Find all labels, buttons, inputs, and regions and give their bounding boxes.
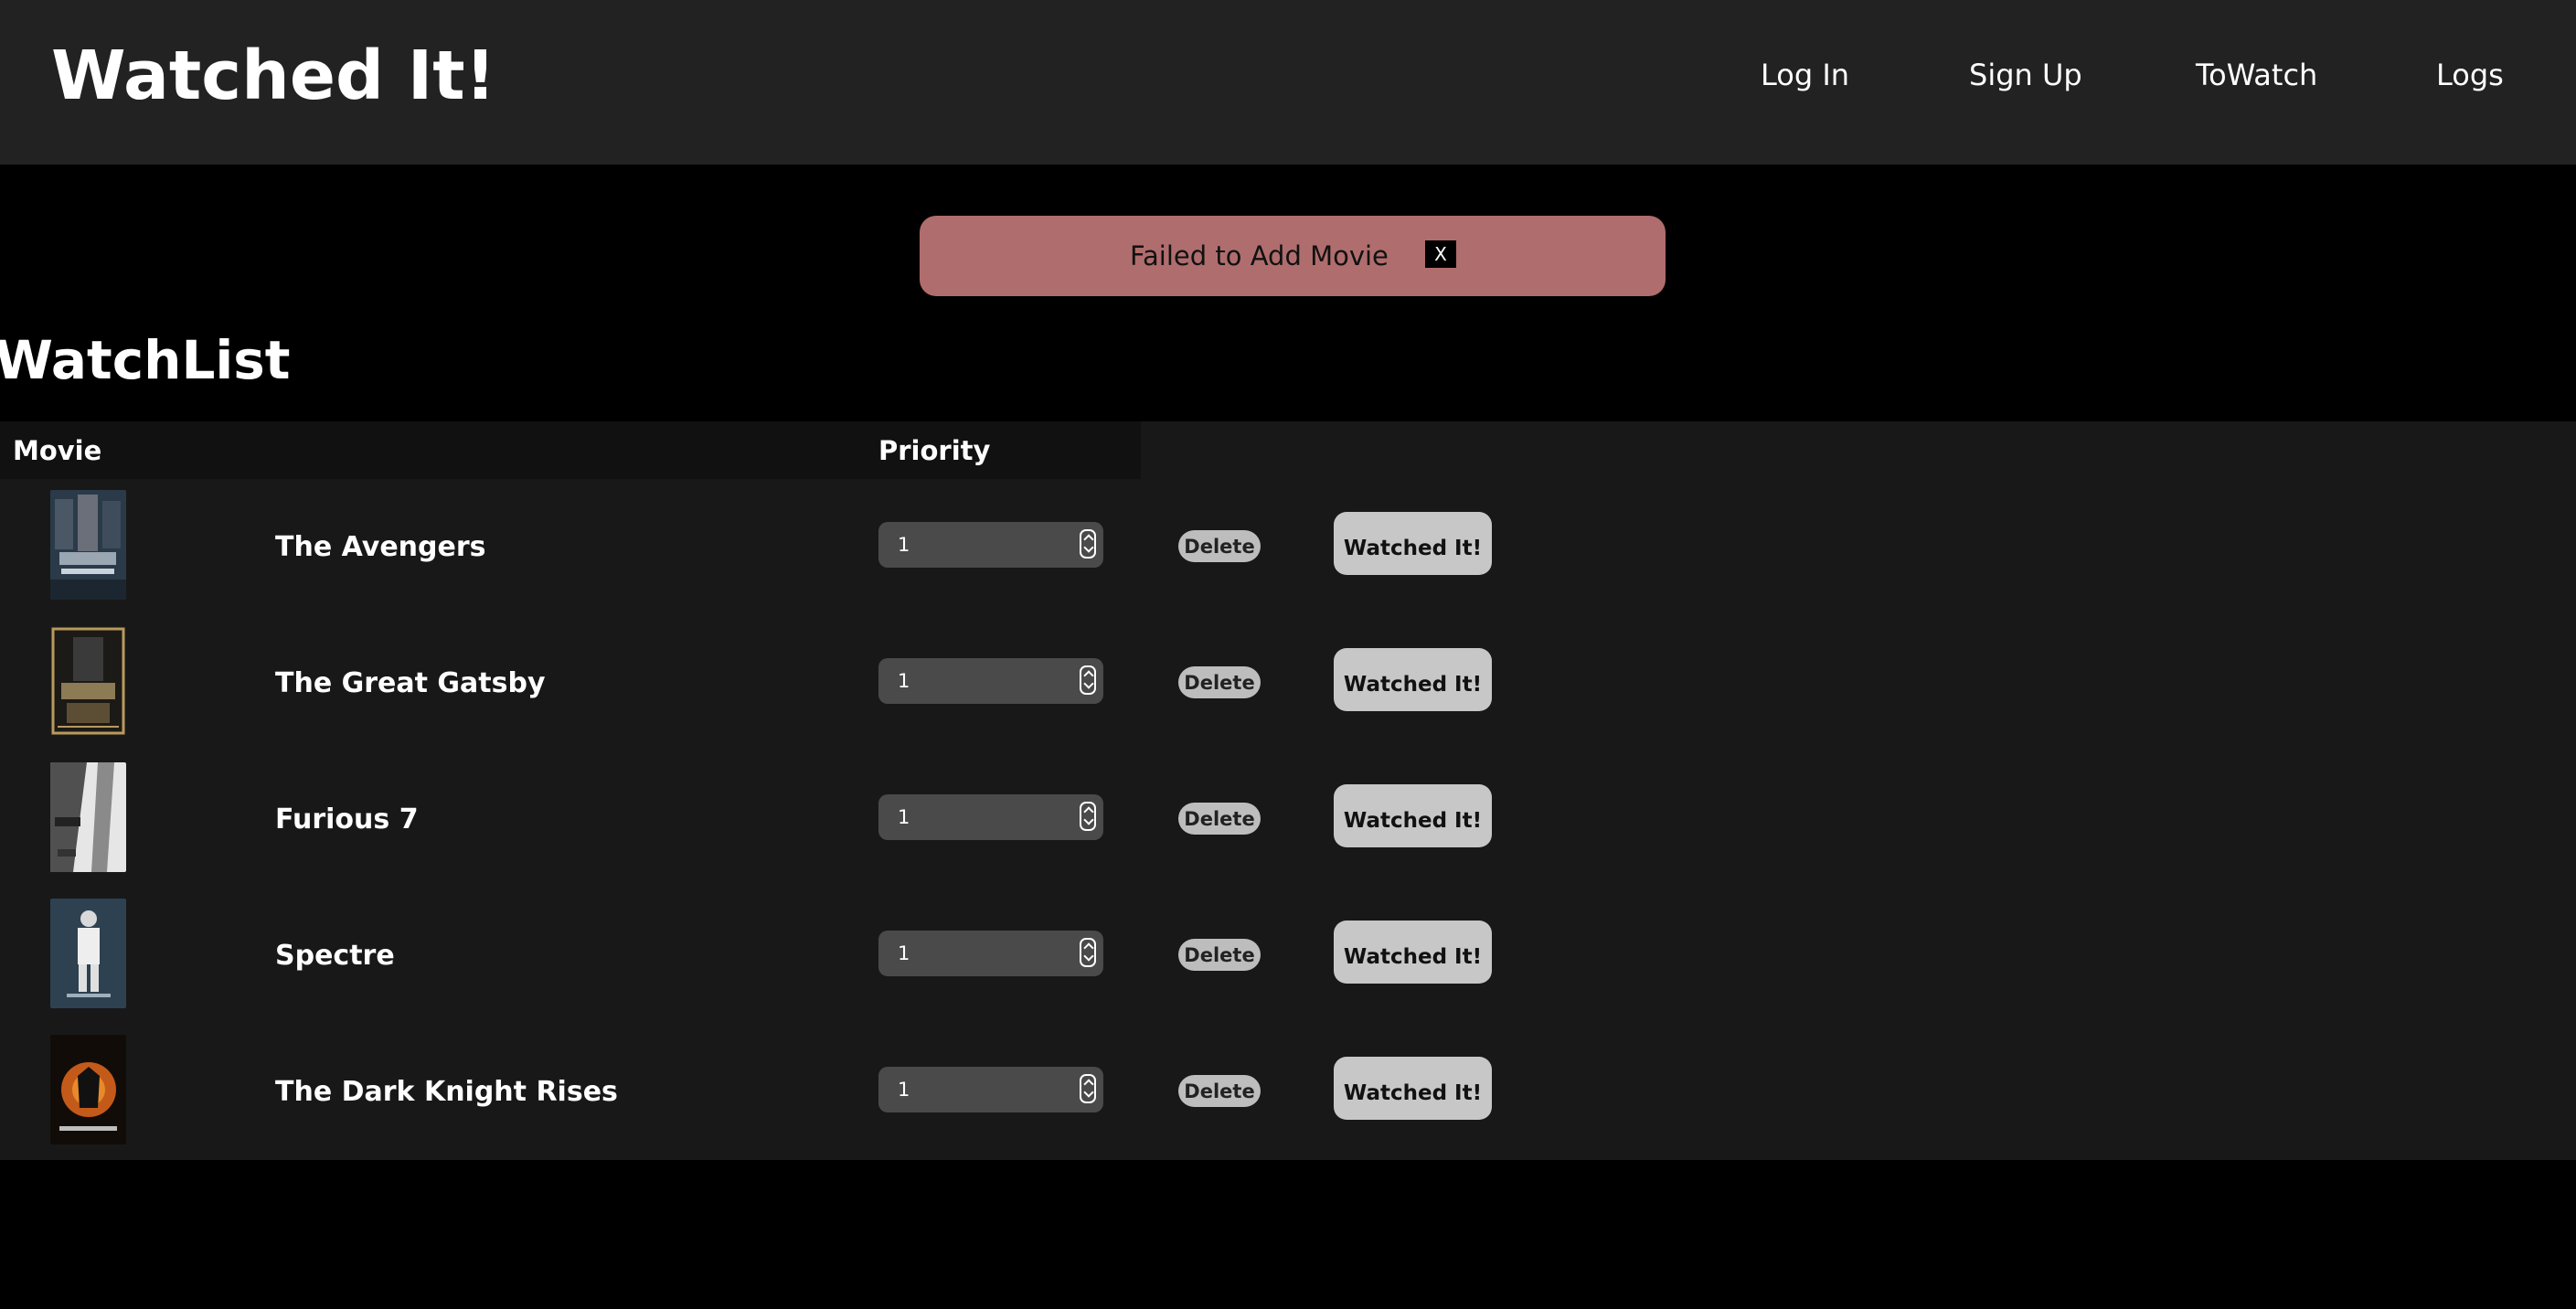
movie-poster <box>50 1035 126 1144</box>
priority-input[interactable]: 1 <box>878 522 1103 568</box>
priority-input[interactable]: 1 <box>878 794 1103 840</box>
column-header-movie: Movie <box>13 435 102 466</box>
priority-value: 1 <box>898 806 910 828</box>
movie-poster <box>50 626 126 736</box>
page-title: WatchList <box>0 329 291 391</box>
table-header: Movie Priority <box>0 421 1141 479</box>
nav-signup-link[interactable]: Sign Up <box>1969 55 2082 95</box>
movie-poster <box>50 490 126 600</box>
delete-button[interactable]: Delete <box>1178 1075 1261 1107</box>
movie-title: Spectre <box>275 940 395 972</box>
movie-title: The Avengers <box>275 531 486 563</box>
stepper-icon[interactable] <box>1080 802 1096 831</box>
table-row: Spectre 1 Delete Watched It! <box>0 888 2576 1024</box>
watchlist-table: Movie Priority The Avengers 1 Delete Wat… <box>0 421 2576 1160</box>
movie-title: Furious 7 <box>275 803 419 835</box>
delete-button[interactable]: Delete <box>1178 666 1261 698</box>
stepper-icon[interactable] <box>1080 1074 1096 1103</box>
table-row: The Avengers 1 Delete Watched It! <box>0 479 2576 615</box>
delete-button[interactable]: Delete <box>1178 530 1261 562</box>
stepper-icon[interactable] <box>1080 665 1096 695</box>
alert-close-button[interactable]: X <box>1425 240 1456 268</box>
movie-poster <box>50 899 126 1008</box>
priority-value: 1 <box>898 942 910 964</box>
priority-value: 1 <box>898 1079 910 1101</box>
table-row: The Great Gatsby 1 Delete Watched It! <box>0 615 2576 751</box>
stepper-icon[interactable] <box>1080 938 1096 967</box>
movie-title: The Great Gatsby <box>275 667 546 699</box>
nav-login-link[interactable]: Log In <box>1761 55 1849 95</box>
movie-poster <box>50 762 126 872</box>
nav-towatch-link[interactable]: ToWatch <box>2196 55 2317 95</box>
site-header: Watched It! Log In Sign Up ToWatch Logs <box>0 0 2576 165</box>
error-alert: Failed to Add Movie X <box>920 216 1666 296</box>
movie-title: The Dark Knight Rises <box>275 1076 618 1108</box>
priority-value: 1 <box>898 670 910 692</box>
column-header-priority: Priority <box>878 435 991 466</box>
priority-input[interactable]: 1 <box>878 1067 1103 1112</box>
priority-value: 1 <box>898 534 910 556</box>
nav-logs-link[interactable]: Logs <box>2436 55 2504 95</box>
watched-it-button[interactable]: Watched It! <box>1334 648 1492 711</box>
delete-button[interactable]: Delete <box>1178 939 1261 971</box>
site-title: Watched It! <box>51 37 496 115</box>
table-row: The Dark Knight Rises 1 Delete Watched I… <box>0 1024 2576 1160</box>
watched-it-button[interactable]: Watched It! <box>1334 784 1492 847</box>
stepper-icon[interactable] <box>1080 529 1096 559</box>
watched-it-button[interactable]: Watched It! <box>1334 512 1492 575</box>
watched-it-button[interactable]: Watched It! <box>1334 921 1492 984</box>
priority-input[interactable]: 1 <box>878 931 1103 976</box>
watched-it-button[interactable]: Watched It! <box>1334 1057 1492 1120</box>
table-row: Furious 7 1 Delete Watched It! <box>0 751 2576 888</box>
delete-button[interactable]: Delete <box>1178 803 1261 835</box>
priority-input[interactable]: 1 <box>878 658 1103 704</box>
alert-message: Failed to Add Movie <box>1130 240 1389 271</box>
